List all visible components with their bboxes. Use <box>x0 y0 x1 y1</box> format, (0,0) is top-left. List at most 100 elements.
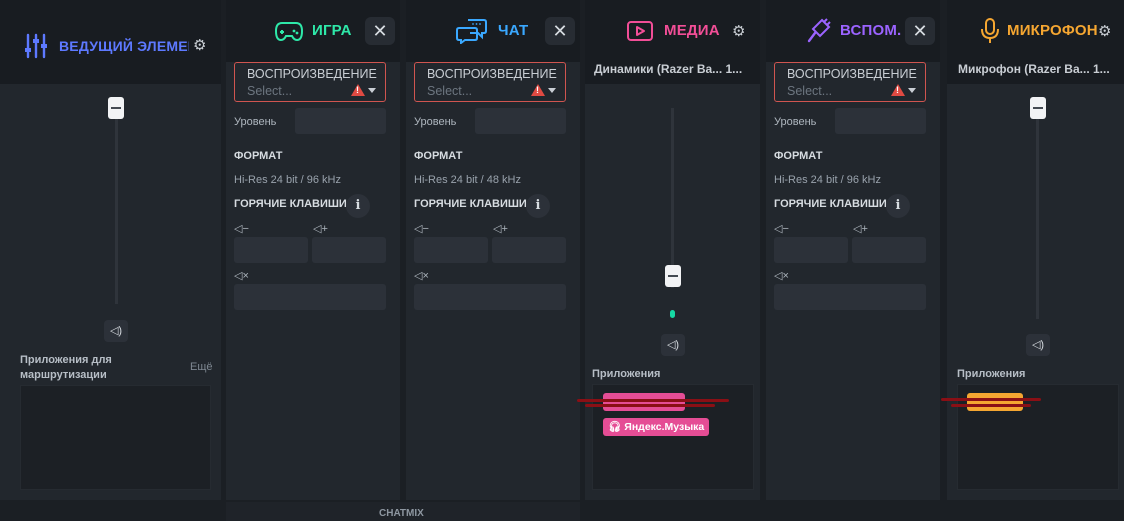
mic-mute-button[interactable]: ◁) <box>1026 334 1050 356</box>
game-info-icon[interactable]: i <box>346 194 370 218</box>
chat-hotkey-mute-field[interactable] <box>414 284 566 310</box>
volume-mute-icon: ◁× <box>414 270 429 282</box>
game-playback-dropdown[interactable]: ВОСПРОИЗВЕДЕНИЕ Select... <box>234 62 386 102</box>
master-mute-button[interactable]: ◁) <box>104 320 128 342</box>
mic-column: МИКРОФОН ⚙ Микрофон (Razer Ba... 1... ◁)… <box>941 0 1124 500</box>
volume-mute-icon: ◁× <box>774 270 789 282</box>
media-level-meter <box>670 310 675 318</box>
master-apps-panel <box>20 385 211 490</box>
play-icon <box>627 21 653 41</box>
game-dd-placeholder: Select... <box>247 84 293 98</box>
mic-gear-icon[interactable]: ⚙ <box>1098 22 1111 40</box>
game-format-label: ФОРМАТ <box>234 150 283 162</box>
redaction-scribble <box>585 404 715 407</box>
warning-icon <box>531 84 545 96</box>
aux-close-button[interactable]: ✕ <box>905 17 935 45</box>
master-gear-icon[interactable]: ⚙ <box>193 36 206 54</box>
media-mute-button[interactable]: ◁) <box>661 334 685 356</box>
game-hotkey-up-field[interactable] <box>312 237 386 263</box>
media-device-name: Динамики (Razer Ba... 1... <box>594 62 743 76</box>
warning-icon <box>351 84 365 96</box>
chat-dd-label: ВОСПРОИЗВЕДЕНИЕ <box>427 67 557 81</box>
game-column: ИГРА ✕ ВОСПРОИЗВЕДЕНИЕ Select... Уровень… <box>226 0 400 500</box>
mic-device-name: Микрофон (Razer Ba... 1... <box>958 62 1110 76</box>
aux-level-field[interactable] <box>835 108 926 134</box>
aux-column: ВСПОМ. ✕ ВОСПРОИЗВЕДЕНИЕ Select... Урове… <box>766 0 940 500</box>
volume-up-icon: ◁+ <box>493 223 508 235</box>
chat-hotkey-down-field[interactable] <box>414 237 488 263</box>
chat-level-field[interactable] <box>475 108 566 134</box>
mic-app-tag-redacted[interactable] <box>967 393 1023 411</box>
chatmix-label: CHATMIX <box>379 508 424 519</box>
game-title: ИГРА <box>312 22 352 39</box>
redaction-scribble <box>951 404 1031 407</box>
volume-down-icon: ◁− <box>234 223 249 235</box>
mic-volume-track[interactable] <box>1036 104 1039 319</box>
game-hotkey-mute-field[interactable] <box>234 284 386 310</box>
headphones-icon: 🎧︎ <box>608 421 622 433</box>
media-gear-icon[interactable]: ⚙ <box>732 22 745 40</box>
aux-hotkey-down-field[interactable] <box>774 237 848 263</box>
aux-level-label: Уровень <box>774 116 817 128</box>
microphone-icon <box>981 18 999 43</box>
game-close-button[interactable]: ✕ <box>365 17 395 45</box>
game-level-field[interactable] <box>295 108 386 134</box>
media-app-tag[interactable]: 🎧︎ Яндекс.Музыка <box>603 418 710 436</box>
aux-format-label: ФОРМАТ <box>774 150 823 162</box>
chat-format-value: Hi-Res 24 bit / 48 kHz <box>414 174 521 186</box>
media-column: МЕДИА ⚙ Динамики (Razer Ba... 1... ◁) Пр… <box>577 0 760 500</box>
mic-title: МИКРОФОН <box>1007 22 1098 39</box>
volume-mute-icon: ◁× <box>234 270 249 282</box>
master-title: ВЕДУЩИЙ ЭЛЕМЕНТ <box>59 38 189 54</box>
aux-dd-placeholder: Select... <box>787 84 833 98</box>
chat-title: ЧАТ <box>498 22 529 39</box>
mic-apps-label: Приложения <box>957 368 1026 380</box>
aux-dd-label: ВОСПРОИЗВЕДЕНИЕ <box>787 67 917 81</box>
media-volume-thumb[interactable] <box>665 265 681 287</box>
chat-dd-placeholder: Select... <box>427 84 473 98</box>
aux-info-icon[interactable]: i <box>886 194 910 218</box>
chat-format-label: ФОРМАТ <box>414 150 463 162</box>
media-title: МЕДИА <box>664 22 720 39</box>
aux-title: ВСПОМ. <box>840 22 902 39</box>
redaction-scribble <box>941 398 1041 401</box>
media-app-tag-label: Яндекс.Музыка <box>624 421 705 433</box>
equalizer-icon <box>25 33 47 59</box>
chevron-down-icon <box>548 88 556 93</box>
master-apps-label: Приложения для маршрутизации <box>20 354 112 381</box>
chat-hotkey-up-field[interactable] <box>492 237 566 263</box>
master-volume-thumb[interactable] <box>108 97 124 119</box>
master-volume-track[interactable] <box>115 104 118 304</box>
game-format-value: Hi-Res 24 bit / 96 kHz <box>234 174 341 186</box>
chat-column: ЧАТ ✕ ВОСПРОИЗВЕДЕНИЕ Select... Уровень … <box>406 0 580 500</box>
chat-info-icon[interactable]: i <box>526 194 550 218</box>
chat-playback-dropdown[interactable]: ВОСПРОИЗВЕДЕНИЕ Select... <box>414 62 566 102</box>
aux-hotkey-mute-field[interactable] <box>774 284 926 310</box>
chat-bubbles-icon <box>456 19 487 44</box>
media-volume-track[interactable] <box>671 108 674 288</box>
volume-up-icon: ◁+ <box>853 223 868 235</box>
mic-volume-thumb[interactable] <box>1030 97 1046 119</box>
master-more-link[interactable]: Ещё <box>190 361 213 373</box>
volume-down-icon: ◁− <box>414 223 429 235</box>
media-apps-label: Приложения <box>592 368 661 380</box>
redaction-scribble <box>577 399 729 402</box>
chevron-down-icon <box>908 88 916 93</box>
aux-hotkey-up-field[interactable] <box>852 237 926 263</box>
volume-up-icon: ◁+ <box>313 223 328 235</box>
gamepad-icon <box>274 22 304 42</box>
aux-playback-dropdown[interactable]: ВОСПРОИЗВЕДЕНИЕ Select... <box>774 62 926 102</box>
chat-close-button[interactable]: ✕ <box>545 17 575 45</box>
media-app-tag-redacted[interactable] <box>603 393 685 411</box>
chat-hotkeys-label: ГОРЯЧИЕ КЛАВИШИ <box>414 198 527 210</box>
game-hotkey-down-field[interactable] <box>234 237 308 263</box>
master-column: ВЕДУЩИЙ ЭЛЕМЕНТ ⚙ ◁) Приложения для марш… <box>0 0 221 500</box>
aux-hotkeys-label: ГОРЯЧИЕ КЛАВИШИ <box>774 198 887 210</box>
warning-icon <box>891 84 905 96</box>
game-level-label: Уровень <box>234 116 277 128</box>
chevron-down-icon <box>368 88 376 93</box>
chat-level-label: Уровень <box>414 116 457 128</box>
aux-format-value: Hi-Res 24 bit / 96 kHz <box>774 174 881 186</box>
game-hotkeys-label: ГОРЯЧИЕ КЛАВИШИ <box>234 198 347 210</box>
volume-down-icon: ◁− <box>774 223 789 235</box>
